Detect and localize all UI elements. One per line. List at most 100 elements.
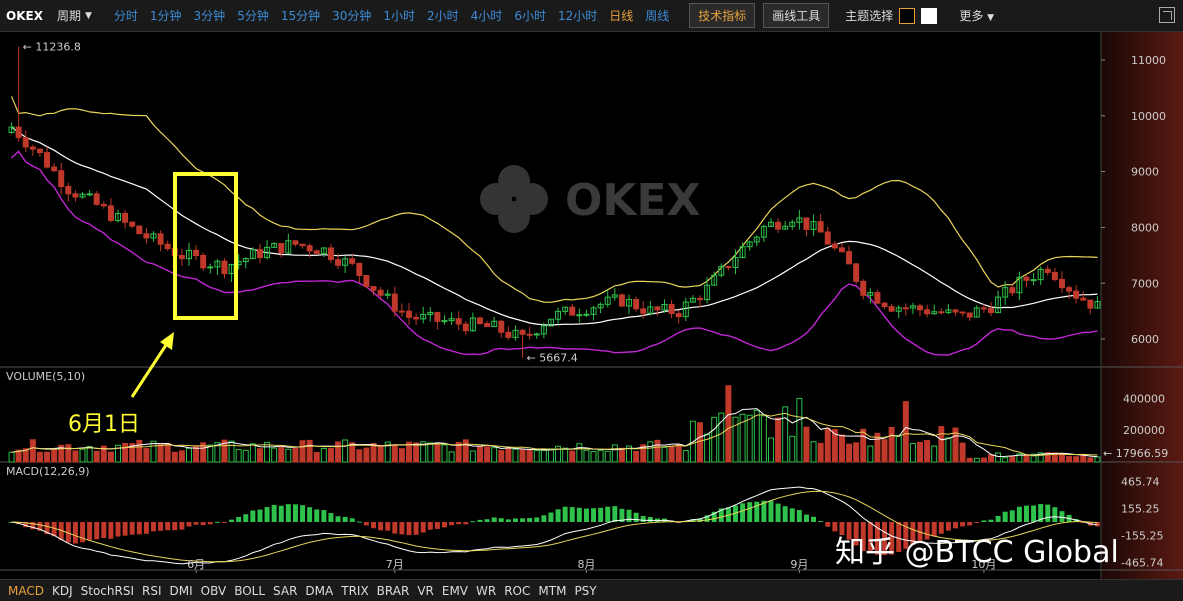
candle-body (370, 286, 377, 291)
candle-body (335, 259, 342, 266)
candle-body (817, 221, 824, 233)
chart-area[interactable]: OKEX 11000 10000 9000 8000 7000 6000 ← 11236.8 ←… (0, 32, 1183, 579)
timeframe-10[interactable]: 12小时 (558, 7, 597, 24)
fullscreen-icon[interactable] (1159, 7, 1175, 23)
macd-histogram-bar (1059, 511, 1065, 522)
macd-histogram-bar (796, 510, 802, 522)
draw-tools-button[interactable]: 画线工具 (763, 3, 830, 28)
macd-histogram-bar (520, 518, 526, 522)
zhihu-watermark: 知乎 @BTCC Global (835, 535, 1119, 570)
timeframe-6[interactable]: 1小时 (383, 7, 415, 24)
indicator-tab-roc[interactable]: ROC (504, 584, 530, 598)
macd-histogram-bar (484, 519, 490, 522)
price-tick-label: 9000 (1131, 166, 1159, 179)
timeframe-5[interactable]: 30分钟 (332, 7, 371, 24)
volume-bar (178, 450, 185, 463)
indicator-tab-sar[interactable]: SAR (273, 584, 297, 598)
volume-bar (391, 444, 398, 463)
indicator-tab-psy[interactable]: PSY (574, 584, 596, 598)
indicator-tab-wr[interactable]: WR (476, 584, 496, 598)
indicator-tab-dma[interactable]: DMA (305, 584, 333, 598)
volume-bar (838, 434, 845, 463)
indicator-tab-macd[interactable]: MACD (8, 584, 44, 598)
timeframe-11[interactable]: 日线 (609, 7, 633, 24)
macd-histogram-bar (463, 522, 469, 525)
timeframe-12[interactable]: 周线 (645, 7, 669, 24)
candle-body (1073, 290, 1080, 299)
candle-body (888, 306, 895, 312)
theme-swatch-dark[interactable] (899, 7, 916, 24)
volume-bar (576, 443, 583, 463)
candle-body (413, 316, 420, 320)
volume-bar (767, 437, 774, 463)
timeframe-9[interactable]: 6小时 (514, 7, 546, 24)
volume-bar (611, 444, 618, 463)
macd-histogram-bar (640, 515, 646, 522)
macd-histogram-bar (1052, 507, 1058, 522)
candle-body (846, 251, 853, 265)
indicator-tab-stochrsi[interactable]: StochRSI (81, 584, 134, 598)
theme-swatch-light[interactable] (921, 7, 938, 24)
indicator-tab-obv[interactable]: OBV (201, 584, 227, 598)
more-dropdown[interactable]: 更多 ▼ (959, 7, 994, 24)
macd-histogram-bar (129, 522, 135, 535)
candle-body (952, 309, 959, 313)
volume-bar (242, 449, 249, 463)
candle-body (938, 311, 945, 314)
macd-histogram-bar (811, 516, 817, 522)
volume-bar (93, 450, 100, 463)
tech-indicator-button[interactable]: 技术指标 (689, 3, 756, 28)
macd-tick-label: 155.25 (1121, 502, 1160, 515)
candle-body (618, 294, 625, 307)
timeframe-8[interactable]: 4小时 (471, 7, 503, 24)
indicator-tab-emv[interactable]: EMV (442, 584, 468, 598)
timeframe-0[interactable]: 分时 (114, 7, 138, 24)
macd-histogram-bar (271, 504, 277, 522)
macd-histogram-bar (335, 516, 341, 522)
candle-body (917, 305, 924, 311)
volume-bar (867, 445, 874, 463)
indicator-tab-mtm[interactable]: MTM (538, 584, 566, 598)
volume-bar (249, 443, 256, 463)
price-tick-label: 10000 (1131, 110, 1166, 123)
indicator-tab-vr[interactable]: VR (417, 584, 434, 598)
candle-body (29, 146, 36, 150)
indicator-tab-dmi[interactable]: DMI (170, 584, 193, 598)
candle-body (306, 245, 313, 252)
candle-body (462, 323, 469, 332)
macd-histogram-bar (136, 522, 142, 535)
candle-body (72, 193, 79, 198)
timeframe-4[interactable]: 15分钟 (281, 7, 320, 24)
period-dropdown[interactable]: 周期 ▼ (57, 7, 92, 24)
candle-body (434, 311, 441, 322)
timeframe-1[interactable]: 1分钟 (150, 7, 182, 24)
candle-body (278, 243, 285, 254)
candle-body (136, 225, 143, 235)
macd-histogram-bar (420, 522, 426, 533)
volume-bar (909, 443, 916, 463)
indicator-tab-brar[interactable]: BRAR (377, 584, 410, 598)
candle-body (569, 306, 576, 316)
volume-bar (533, 450, 540, 463)
indicator-tab-boll[interactable]: BOLL (234, 584, 265, 598)
volume-bar (8, 451, 15, 463)
macd-histogram-bar (1002, 511, 1008, 522)
indicator-tab-kdj[interactable]: KDJ (52, 584, 73, 598)
volume-bar (661, 446, 668, 463)
macd-histogram-bar (945, 522, 951, 531)
candle-body (391, 293, 398, 312)
annotation-arrowhead (160, 332, 174, 350)
candle-body (178, 254, 185, 260)
candle-body (498, 320, 505, 333)
volume-bar (299, 440, 306, 463)
volume-bar (1087, 457, 1094, 463)
indicator-tab-trix[interactable]: TRIX (341, 584, 368, 598)
candle-body (200, 254, 207, 269)
timeframe-3[interactable]: 5分钟 (237, 7, 269, 24)
indicator-tab-rsi[interactable]: RSI (142, 584, 162, 598)
timeframe-2[interactable]: 3分钟 (194, 7, 226, 24)
timeframe-7[interactable]: 2小时 (427, 7, 459, 24)
candle-body (476, 317, 483, 324)
candle-body (193, 249, 200, 256)
volume-bar (931, 445, 938, 463)
